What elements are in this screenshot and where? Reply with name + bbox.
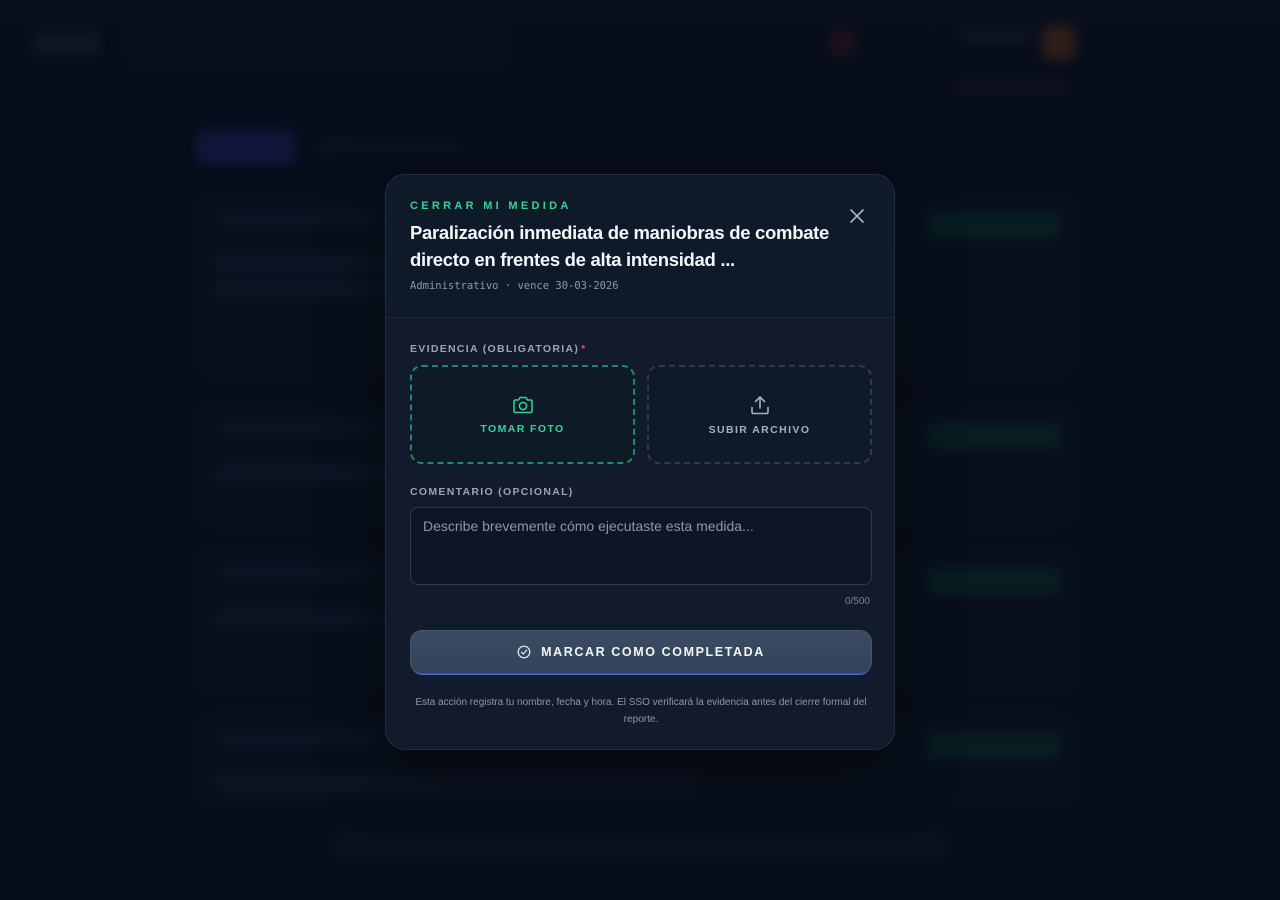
take-photo-label: TOMAR FOTO: [480, 422, 565, 435]
evidence-label-text: EVIDENCIA (OBLIGATORIA): [410, 343, 580, 355]
close-measure-modal: CERRAR MI MEDIDA Paralización inmediata …: [385, 174, 895, 750]
take-photo-button[interactable]: TOMAR FOTO: [410, 365, 635, 464]
close-icon: [850, 209, 864, 223]
comment-field[interactable]: [410, 507, 872, 585]
upload-file-button[interactable]: SUBIR ARCHIVO: [647, 365, 872, 464]
comment-char-counter: 0/500: [844, 596, 870, 607]
camera-icon: [512, 396, 533, 413]
upload-icon: [750, 395, 769, 414]
modal-header: CERRAR MI MEDIDA Paralización inmediata …: [386, 175, 894, 318]
modal-title: Paralización inmediata de maniobras de c…: [410, 222, 830, 270]
modal-eyebrow: CERRAR MI MEDIDA: [410, 200, 572, 212]
comment-label: COMENTARIO (OPCIONAL): [410, 486, 574, 498]
close-button[interactable]: [846, 205, 868, 227]
check-circle-icon: [517, 645, 531, 659]
upload-file-label: SUBIR ARCHIVO: [708, 423, 811, 436]
mark-completed-button[interactable]: MARCAR COMO COMPLETADA: [410, 630, 872, 674]
evidence-label: EVIDENCIA (OBLIGATORIA) *: [410, 343, 587, 355]
modal-meta: Administrativo · vence 30-03-2026: [410, 280, 619, 292]
mark-completed-label: MARCAR COMO COMPLETADA: [541, 645, 765, 659]
footer-note: Esta acción registra tu nombre, fecha y …: [415, 697, 867, 725]
required-mark: *: [581, 343, 587, 355]
